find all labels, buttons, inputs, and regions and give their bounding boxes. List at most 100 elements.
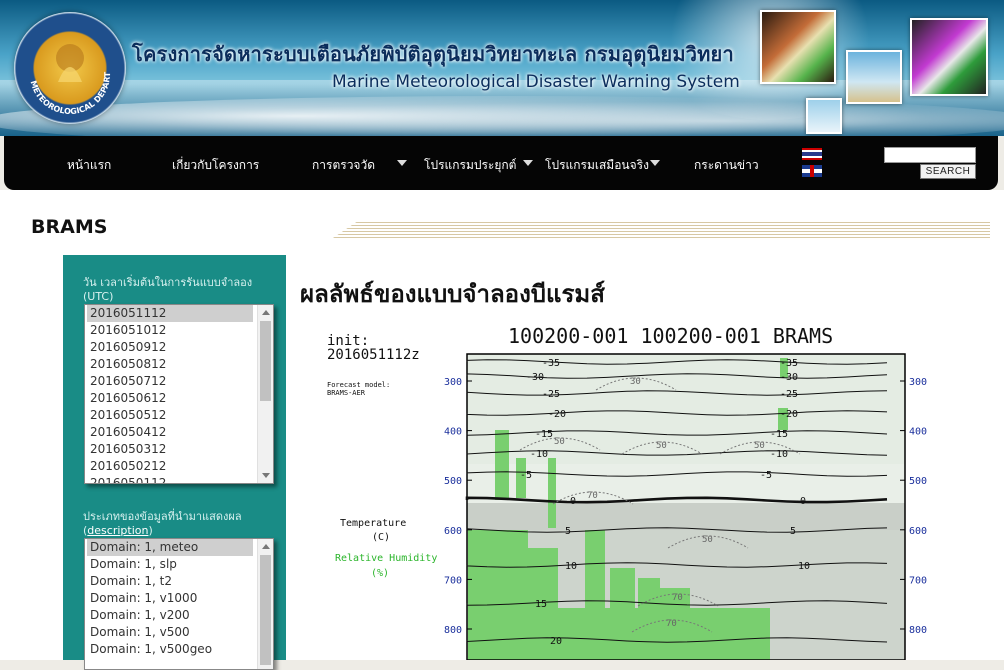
rh-contour-label: 50 xyxy=(656,441,667,451)
header-banner: METEOROLOGICAL DEPARTMENT โครงการจัดหาระ… xyxy=(0,0,1004,136)
department-seal-logo[interactable]: METEOROLOGICAL DEPARTMENT xyxy=(14,12,126,124)
isotherm-label: -10 xyxy=(770,449,788,460)
thai-flag-icon[interactable] xyxy=(802,148,822,160)
scroll-thumb[interactable] xyxy=(260,555,271,665)
uk-flag-icon[interactable] xyxy=(802,165,822,177)
forecast-model-label: Forecast model: xyxy=(327,381,390,389)
data-type-option[interactable]: Domain: 1, v1000 xyxy=(85,590,273,607)
site-title-thai: โครงการจัดหาระบบเตือนภัยพิบัติอุตุนิยมวิ… xyxy=(132,42,734,66)
date-listbox[interactable]: 2016051112 2016051012 2016050912 2016050812… xyxy=(84,304,274,484)
data-type-option[interactable]: Domain: 1, slp xyxy=(85,556,273,573)
type-listbox-scrollbar[interactable] xyxy=(257,539,273,669)
legend-temperature-unit: (C) xyxy=(372,532,390,543)
isotherm-label: 5 xyxy=(790,526,796,537)
isotherm-label: 0 xyxy=(800,496,806,507)
rh-contour-label: 70 xyxy=(672,593,683,603)
legend-rh-unit: (%) xyxy=(371,568,389,579)
isotherm-label: -25 xyxy=(780,389,798,400)
pressure-tick-label-left: 700 xyxy=(444,575,462,586)
model-3d-thumbnail[interactable] xyxy=(760,10,836,84)
date-option[interactable]: 2016051012 xyxy=(85,322,273,339)
chevron-down-icon[interactable] xyxy=(397,160,407,166)
title-decoration xyxy=(330,222,990,240)
pressure-tick-label-right: 500 xyxy=(909,476,927,487)
pressure-tick-label-left: 800 xyxy=(444,625,462,636)
search-button[interactable]: SEARCH xyxy=(920,164,976,179)
rh-contour-label: 50 xyxy=(554,437,565,447)
data-type-option[interactable]: Domain: 1, meteo xyxy=(87,539,253,556)
legend-relative-humidity: Relative Humidity xyxy=(335,553,437,564)
date-listbox-scrollbar[interactable] xyxy=(257,305,273,483)
main-nav: หน้าแรก เกี่ยวกับโครงการ การตรวจวัด โปรแ… xyxy=(4,136,998,190)
data-type-option[interactable]: Domain: 1, v500geo xyxy=(85,641,273,658)
date-option[interactable]: 2016050612 xyxy=(85,390,273,407)
date-option[interactable]: 2016050912 xyxy=(85,339,273,356)
forecast-model-value: BRAMS-AER xyxy=(327,389,366,397)
isotherm-label: -35 xyxy=(542,358,560,369)
pressure-tick-label-right: 300 xyxy=(909,377,927,388)
data-type-option[interactable]: Domain: 1, v500 xyxy=(85,624,273,641)
date-option[interactable]: 2016051112 xyxy=(87,305,253,322)
scroll-down-icon[interactable] xyxy=(262,473,270,478)
rh-contour-label: 70 xyxy=(666,619,677,629)
isotherm-label: -15 xyxy=(770,429,788,440)
rh-patch xyxy=(585,530,605,610)
data-type-option[interactable]: Domain: 1, t2 xyxy=(85,573,273,590)
description-link[interactable]: description xyxy=(87,524,148,537)
nav-about[interactable]: เกี่ยวกับโครงการ xyxy=(172,156,259,175)
scroll-up-icon[interactable] xyxy=(262,544,270,549)
nav-virtual-programs[interactable]: โปรแกรมเสมือนจริง xyxy=(545,156,649,175)
sidebar: วัน เวลาเริ่มต้นในการรันแบบจำลอง (UTC) 2… xyxy=(63,255,286,670)
data-type-label: ประเภทของข้อมูลที่นำมาแสดงผล (description… xyxy=(83,510,242,537)
pressure-tick-label-left: 600 xyxy=(444,526,462,537)
pressure-tick-label-right: 800 xyxy=(909,625,927,636)
isotherm-label: 15 xyxy=(535,599,547,610)
chevron-down-icon[interactable] xyxy=(650,160,660,166)
rh-contour-label: 50 xyxy=(702,535,713,545)
date-select-label: วัน เวลาเริ่มต้นในการรันแบบจำลอง (UTC) xyxy=(83,276,253,303)
isotherm-label: -20 xyxy=(780,409,798,420)
plot-init-value: 2016051112z xyxy=(327,347,420,363)
nav-home[interactable]: หน้าแรก xyxy=(67,156,111,175)
page-title: BRAMS xyxy=(31,216,108,238)
seal-ring: METEOROLOGICAL DEPARTMENT xyxy=(14,12,112,116)
site-title-english: Marine Meteorological Disaster Warning S… xyxy=(332,72,740,92)
rh-contour-label: 30 xyxy=(630,377,641,387)
isotherm-label: -20 xyxy=(548,409,566,420)
data-type-listbox[interactable]: Domain: 1, meteo Domain: 1, slp Domain: 1,… xyxy=(84,538,274,670)
date-option[interactable]: 2016050212 xyxy=(85,458,273,475)
isotherm-label: -30 xyxy=(526,372,544,383)
pressure-tick-label-right: 400 xyxy=(909,427,927,438)
rh-patch xyxy=(548,458,556,528)
pressure-tick-label-left: 500 xyxy=(444,476,462,487)
isotherm-label: -10 xyxy=(530,449,548,460)
sky-thumbnail[interactable] xyxy=(806,98,842,134)
nav-applications[interactable]: โปรแกรมประยุกต์ xyxy=(424,156,516,175)
chevron-down-icon[interactable] xyxy=(523,160,533,166)
date-option[interactable]: 2016050312 xyxy=(85,441,273,458)
rh-patch xyxy=(470,608,770,660)
simulation-thumbnail[interactable] xyxy=(910,18,988,96)
date-option[interactable]: 2016050812 xyxy=(85,356,273,373)
weather-station-thumbnail[interactable] xyxy=(846,50,902,104)
isotherm-label: -35 xyxy=(780,358,798,369)
rh-band-upper xyxy=(467,354,905,464)
plot-area: 300 300400 400500 500600 600700 700800 800-35-… xyxy=(444,353,927,660)
brams-cross-section-plot: 100200-001 100200-001 BRAMS init: 201605… xyxy=(320,318,940,660)
date-option[interactable]: 2016050712 xyxy=(85,373,273,390)
scroll-thumb[interactable] xyxy=(260,321,271,401)
date-option[interactable]: 2016050112 xyxy=(85,475,273,483)
isotherm-label: 20 xyxy=(550,636,562,647)
nav-news-board[interactable]: กระดานข่าว xyxy=(694,156,759,175)
date-option[interactable]: 2016050512 xyxy=(85,407,273,424)
nav-observation[interactable]: การตรวจวัด xyxy=(312,156,375,175)
date-option[interactable]: 2016050412 xyxy=(85,424,273,441)
plot-title: 100200-001 100200-001 BRAMS xyxy=(508,324,833,348)
search-input[interactable] xyxy=(884,147,976,163)
legend-temperature: Temperature xyxy=(340,518,406,529)
isotherm-label: 10 xyxy=(565,561,577,572)
scroll-up-icon[interactable] xyxy=(262,310,270,315)
pressure-tick-label-right: 600 xyxy=(909,526,927,537)
data-type-option[interactable]: Domain: 1, v200 xyxy=(85,607,273,624)
pressure-tick-label-left: 300 xyxy=(444,377,462,388)
